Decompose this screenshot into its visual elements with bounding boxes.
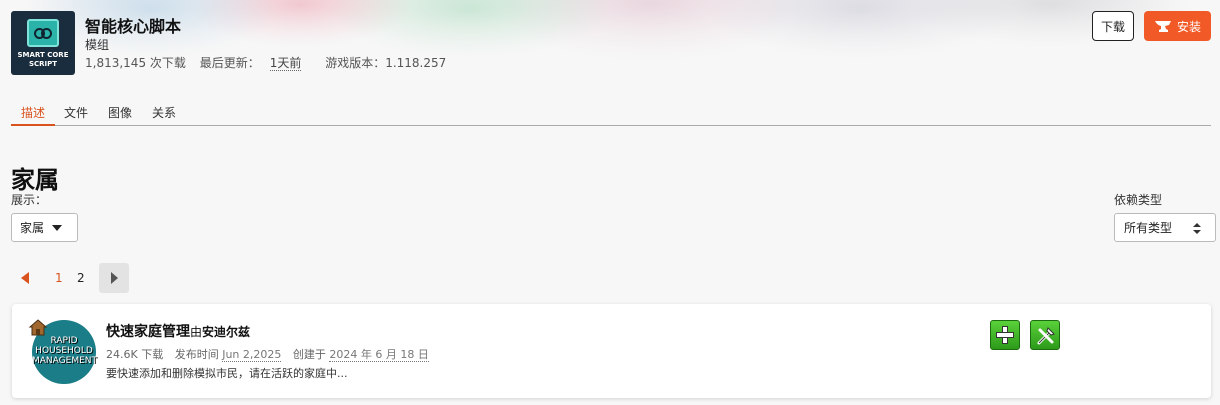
robot-chip-icon: [27, 19, 59, 47]
tools-button[interactable]: [1030, 320, 1060, 350]
mod-logo-text: SMART CORE SCRIPT: [17, 51, 69, 68]
install-label: 安装: [1176, 19, 1201, 34]
curseforge-anvil-icon: [1154, 21, 1171, 32]
add-dependency-button[interactable]: [990, 320, 1020, 350]
previous-page-icon[interactable]: [21, 272, 29, 284]
by-label: 由: [190, 325, 203, 339]
mod-type: 模组: [85, 38, 110, 52]
published-value: Jun 2,2025: [222, 348, 282, 362]
download-button[interactable]: 下载: [1092, 11, 1134, 41]
tab-relations[interactable]: 关系: [148, 104, 180, 126]
tab-files[interactable]: 文件: [60, 104, 92, 126]
dependency-type-value: 所有类型: [1124, 221, 1173, 235]
mod-header: SMART CORE SCRIPT 智能核心脚本 模组 1,813,145 次下…: [11, 11, 1211, 75]
dependency-downloads: 24.6K 下载: [106, 348, 164, 361]
tab-images[interactable]: 图像: [104, 104, 136, 126]
dependency-description: 要快速添加和删除模拟市民，请在活跃的家庭中...: [106, 367, 348, 380]
show-dropdown[interactable]: 家属: [11, 213, 78, 242]
last-update-label: 最后更新：: [199, 56, 260, 70]
pagination: 1 2: [11, 263, 131, 293]
last-update-value: 1天前: [269, 56, 302, 71]
install-button[interactable]: 安装: [1144, 11, 1211, 41]
dependency-title: 快速家庭管理由安迪尔兹: [106, 321, 250, 341]
last-update: 最后更新： 1天前: [199, 56, 312, 71]
game-version: 游戏版本：1.118.257: [325, 56, 447, 70]
next-page-button[interactable]: [99, 263, 129, 293]
download-count: 1,813,145 次下载: [85, 56, 186, 70]
show-dropdown-value: 家属: [20, 221, 45, 235]
created-value: 2024 年 6 月 18 日: [329, 348, 429, 362]
next-page-icon: [111, 272, 118, 284]
dependency-card[interactable]: RAPID HOUSEHOLD MANAGEMENT 快速家庭管理由安迪尔兹 2…: [12, 304, 1211, 398]
page-2[interactable]: 2: [77, 271, 85, 285]
dependency-meta: 24.6K 下载 发布时间 Jun 2,2025 创建于 2024 年 6 月 …: [106, 346, 429, 362]
show-label: 展示：: [11, 193, 48, 207]
page-title: 家属: [11, 166, 59, 194]
tab-bar: 描述 文件 图像 关系: [11, 104, 1211, 126]
dependency-logo[interactable]: RAPID HOUSEHOLD MANAGEMENT: [28, 319, 97, 384]
published-label: 发布时间: [174, 348, 219, 361]
created-label: 创建于: [292, 348, 326, 361]
dependency-logo-text: RAPID HOUSEHOLD MANAGEMENT: [32, 336, 97, 366]
dependency-type-select[interactable]: 所有类型: [1114, 213, 1216, 242]
tab-description[interactable]: 描述: [11, 104, 55, 126]
page-1[interactable]: 1: [55, 271, 63, 285]
plus-icon-bar: [996, 332, 1014, 338]
house-icon: [28, 319, 48, 336]
mod-stats: 1,813,145 次下载 最后更新： 1天前 游戏版本：1.118.257: [85, 54, 456, 71]
caret-down-icon: [52, 224, 63, 231]
tools-icon: [1037, 327, 1055, 345]
dependency-title-link[interactable]: 快速家庭管理: [106, 324, 190, 340]
mod-logo: SMART CORE SCRIPT: [11, 11, 75, 75]
author-link[interactable]: 安迪尔兹: [202, 325, 250, 339]
dependency-type-label: 依赖类型: [1114, 193, 1163, 207]
select-arrows-icon: [1193, 223, 1201, 234]
mod-title: 智能核心脚本: [85, 17, 182, 36]
